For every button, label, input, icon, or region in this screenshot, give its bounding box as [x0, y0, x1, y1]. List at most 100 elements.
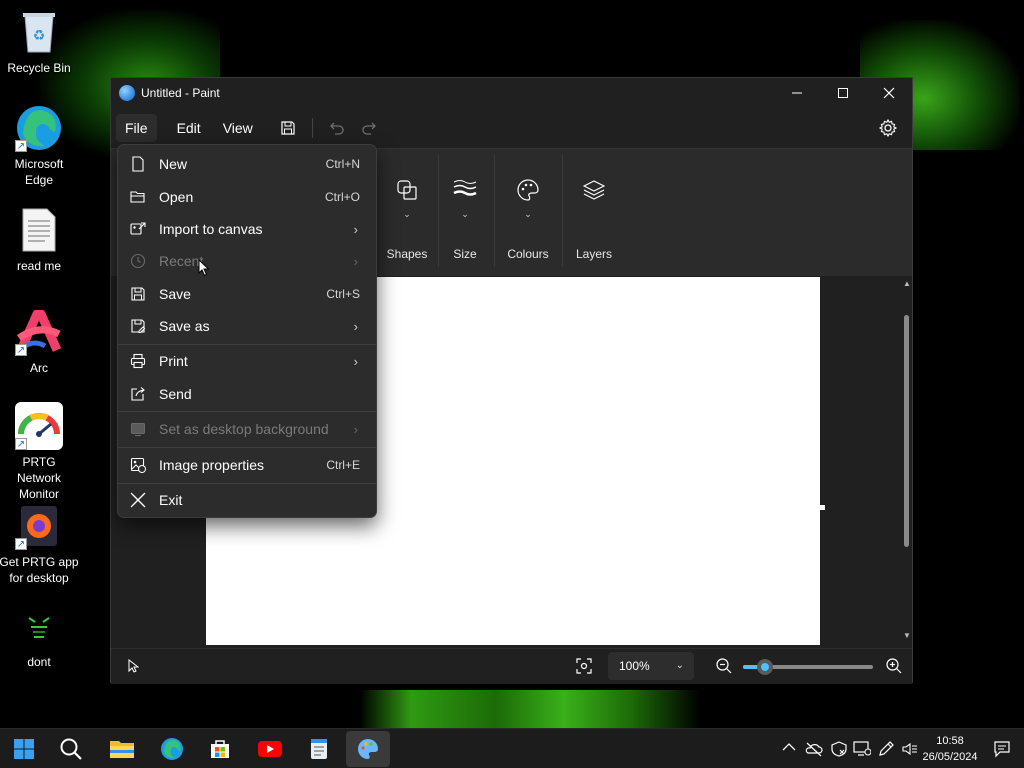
chevron-right-icon: ›	[353, 318, 358, 334]
chevron-up-icon[interactable]	[782, 742, 796, 752]
redo-button[interactable]	[353, 114, 385, 142]
scroll-down-arrow-icon[interactable]: ▼	[903, 631, 911, 640]
menu-item-recent[interactable]: Recent ›	[122, 245, 372, 277]
undo-icon	[329, 122, 344, 135]
shortcut-arrow-icon: ↗	[15, 344, 27, 356]
desktop-icon-get-prtg-app[interactable]: ↗ Get PRTG app for desktop	[0, 502, 79, 586]
start-button[interactable]	[2, 731, 46, 767]
menu-item-new[interactable]: New Ctrl+N	[122, 148, 372, 180]
notifications-icon[interactable]	[993, 740, 1011, 758]
security-icon[interactable]	[830, 741, 848, 757]
taskbar-edge[interactable]	[150, 731, 194, 767]
menu-item-label: Send	[159, 386, 192, 402]
arc-browser-icon: ↗	[15, 308, 63, 356]
menu-item-print[interactable]: Print ›	[122, 345, 372, 377]
shapes-icon	[397, 180, 417, 200]
system-clock[interactable]: 10:58 26/05/2024	[922, 733, 978, 765]
taskbar-notepad[interactable]	[297, 731, 341, 767]
zoom-slider-knob[interactable]	[757, 659, 774, 675]
canvas-resize-handle[interactable]	[820, 505, 825, 510]
title-bar[interactable]: Untitled - Paint	[111, 78, 912, 108]
taskbar-file-explorer[interactable]	[100, 731, 144, 767]
fit-to-window-icon[interactable]	[575, 657, 593, 675]
youtube-icon	[258, 741, 282, 757]
shapes-tool[interactable]: ⌄ Shapes	[377, 149, 437, 267]
menu-item-save-as[interactable]: Save as ›	[122, 310, 372, 342]
scrollbar-thumb[interactable]	[904, 315, 909, 547]
menu-item-image-properties[interactable]: Image properties Ctrl+E	[122, 449, 372, 481]
menu-divider	[118, 411, 376, 412]
desktop-icon-dont[interactable]: dont	[0, 602, 79, 670]
menu-item-label: Set as desktop background	[159, 421, 329, 437]
scroll-up-arrow-icon[interactable]: ▲	[903, 279, 911, 288]
save-as-icon	[131, 319, 146, 333]
desktop-icon-label: Get PRTG app for desktop	[0, 555, 79, 585]
minimize-button[interactable]	[774, 78, 820, 108]
undo-button[interactable]	[321, 114, 353, 142]
status-bar: 100% ⌄	[111, 648, 912, 684]
menu-item-open[interactable]: Open Ctrl+O	[122, 181, 372, 213]
ribbon-divider	[494, 155, 495, 267]
layers-tool[interactable]: Layers	[566, 149, 622, 267]
menu-file[interactable]: File	[116, 114, 157, 142]
cursor-position-icon	[128, 659, 139, 673]
menu-view[interactable]: View	[214, 114, 262, 142]
mouse-pointer-icon	[198, 259, 210, 277]
chevron-right-icon: ›	[353, 421, 358, 437]
size-tool[interactable]: ⌄ Size	[439, 149, 491, 267]
desktop-icon-read-me[interactable]: read me	[0, 206, 79, 274]
menu-item-label: Print	[159, 353, 188, 369]
taskbar-search-button[interactable]	[49, 731, 93, 767]
wallpaper-glow-bottom	[360, 690, 700, 728]
share-icon	[131, 387, 145, 401]
vertical-scrollbar[interactable]: ▲ ▼	[901, 277, 913, 645]
close-button[interactable]	[866, 78, 912, 108]
taskbar-youtube[interactable]	[248, 731, 292, 767]
layers-icon	[583, 180, 605, 200]
save-button[interactable]	[272, 114, 304, 142]
exit-icon	[130, 492, 146, 508]
menu-edit[interactable]: Edit	[168, 114, 210, 142]
menu-item-import-to-canvas[interactable]: Import to canvas ›	[122, 213, 372, 245]
menu-item-shortcut: Ctrl+N	[325, 157, 360, 171]
network-icon[interactable]	[853, 740, 871, 758]
menu-divider	[118, 447, 376, 448]
menu-item-label: New	[159, 156, 188, 172]
layers-label: Layers	[575, 247, 613, 261]
desktop-icon-label: Recycle Bin	[7, 61, 71, 75]
image-properties-icon	[130, 457, 146, 473]
zoom-slider[interactable]	[743, 659, 873, 675]
maximize-icon	[838, 88, 848, 98]
menu-item-label: Recent	[159, 253, 204, 269]
desktop-icon-arc[interactable]: ↗ Arc	[0, 308, 79, 376]
edge-icon: ↗	[15, 104, 63, 152]
maximize-button[interactable]	[820, 78, 866, 108]
zoom-out-icon[interactable]	[715, 657, 733, 675]
volume-icon[interactable]	[901, 740, 919, 758]
settings-button[interactable]	[874, 114, 902, 142]
menu-item-exit[interactable]: Exit	[122, 484, 372, 516]
pen-icon[interactable]	[877, 740, 895, 758]
menu-item-save[interactable]: Save Ctrl+S	[122, 278, 372, 310]
zoom-level-dropdown[interactable]: 100% ⌄	[608, 652, 694, 680]
toolbar-divider	[311, 118, 313, 138]
desktop-icon-prtg-network-monitor[interactable]: ↗ PRTG Network Monitor	[0, 402, 79, 502]
hacker-image-icon	[15, 602, 63, 650]
edge-icon	[161, 738, 183, 760]
desktop-icon-microsoft-edge[interactable]: ↗ Microsoft Edge	[0, 104, 79, 188]
import-image-icon	[130, 222, 146, 235]
menu-item-set-as-desktop-background[interactable]: Set as desktop background ›	[122, 413, 372, 445]
taskbar-paint[interactable]	[346, 731, 390, 767]
menu-item-send[interactable]: Send	[122, 378, 372, 410]
desktop-icon-recycle-bin[interactable]: ♻ Recycle Bin	[0, 8, 79, 76]
desktop-background-icon	[131, 423, 145, 437]
chevron-down-icon: ⌄	[403, 209, 411, 219]
onedrive-off-icon[interactable]	[805, 741, 823, 757]
zoom-in-icon[interactable]	[885, 657, 903, 675]
menu-item-shortcut: Ctrl+O	[324, 190, 360, 204]
svg-text:♻: ♻	[33, 27, 46, 43]
redo-icon	[362, 122, 376, 135]
taskbar-microsoft-store[interactable]	[198, 731, 242, 767]
chevron-right-icon: ›	[353, 353, 358, 369]
colours-tool[interactable]: ⌄ Colours	[496, 149, 560, 267]
